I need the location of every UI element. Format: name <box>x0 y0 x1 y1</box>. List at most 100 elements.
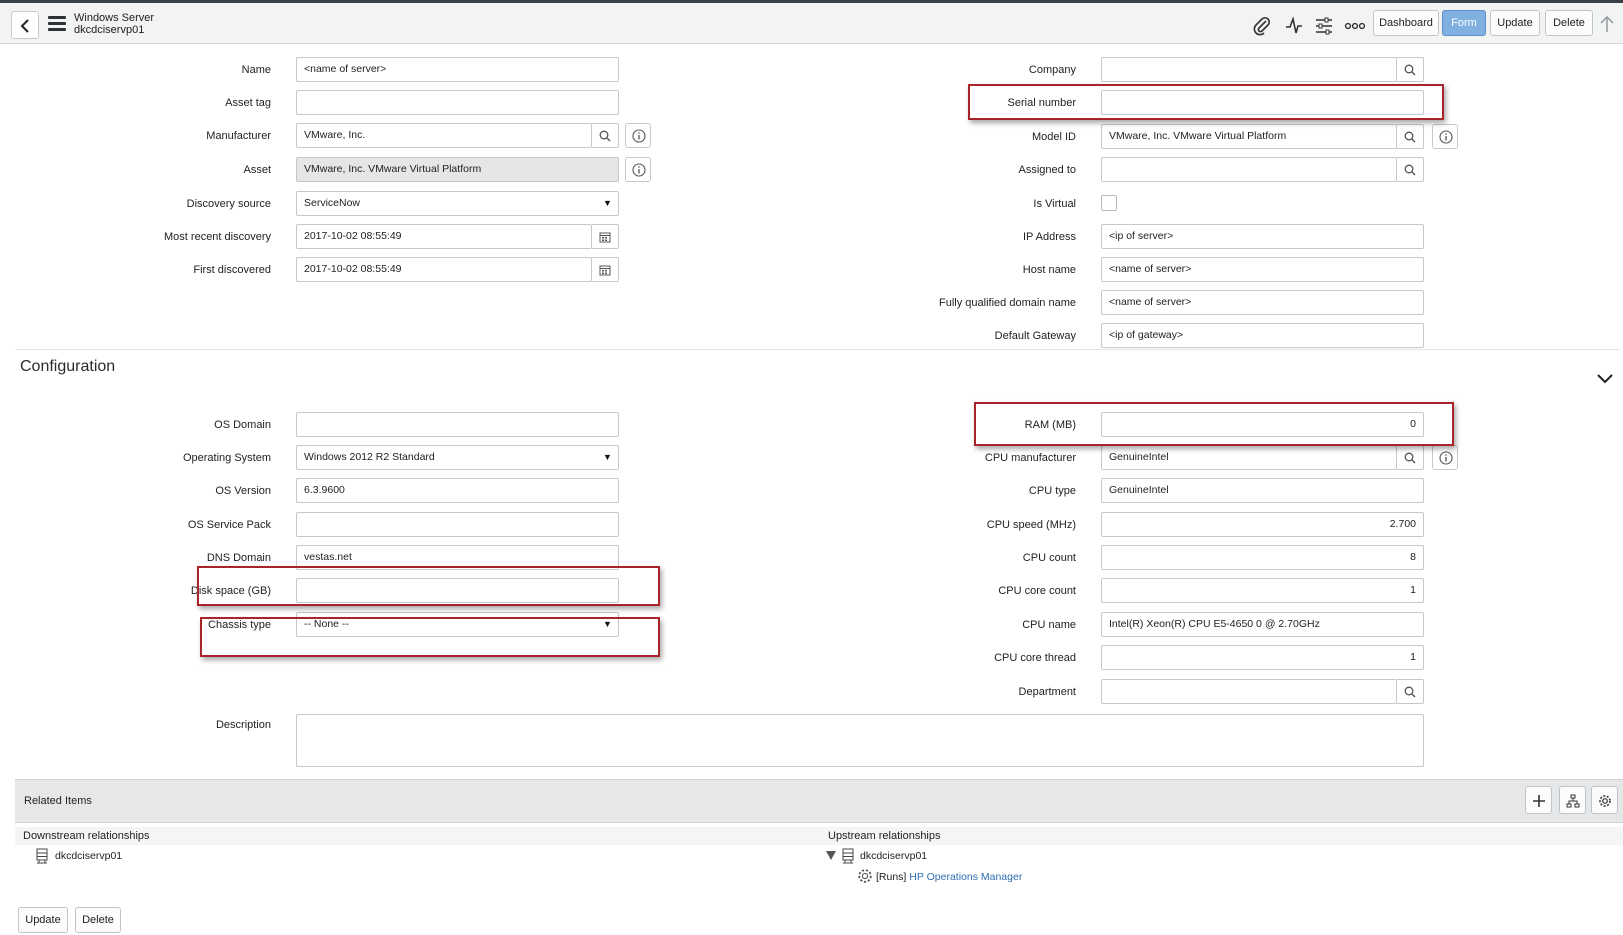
expand-triangle-icon[interactable] <box>826 851 836 860</box>
hierarchy-icon <box>1566 794 1580 808</box>
cpu-manufacturer-input[interactable]: GenuineIntel <box>1101 445 1397 470</box>
os-version-input[interactable]: 6.3.9600 <box>296 478 619 503</box>
assigned-to-input[interactable] <box>1101 157 1397 182</box>
sliders-icon[interactable] <box>1314 16 1334 36</box>
cpu-speed-input[interactable]: 2.700 <box>1101 512 1424 537</box>
update-button[interactable]: Update <box>1490 10 1540 36</box>
most-recent-discovery-label: Most recent discovery <box>164 231 271 243</box>
downstream-item[interactable]: dkcdciservp01 <box>55 850 122 862</box>
ram-input[interactable]: 0 <box>1101 412 1424 437</box>
os-service-pack-input[interactable] <box>296 512 619 537</box>
info-icon <box>632 163 646 177</box>
company-input[interactable] <box>1101 57 1397 82</box>
department-input[interactable] <box>1101 679 1397 704</box>
info-icon <box>1439 130 1453 144</box>
discovery-source-label: Discovery source <box>186 198 271 210</box>
record-name: dkcdciservp01 <box>74 24 145 36</box>
department-label: Department <box>1018 686 1076 698</box>
ip-address-input[interactable]: <ip of server> <box>1101 224 1424 249</box>
asset-input[interactable]: VMware, Inc. VMware Virtual Platform <box>296 157 619 182</box>
manufacturer-input[interactable]: VMware, Inc. <box>296 123 592 148</box>
operating-system-label: Operating System <box>182 452 271 464</box>
cpu-core-thread-input[interactable]: 1 <box>1101 645 1424 670</box>
is-virtual-checkbox[interactable] <box>1101 195 1117 211</box>
department-lookup-button[interactable] <box>1397 679 1424 704</box>
name-input[interactable]: <name of server> <box>296 57 619 82</box>
dependency-view-button[interactable] <box>1559 786 1586 814</box>
manufacturer-info-button[interactable] <box>625 123 651 148</box>
model-id-label: Model ID <box>1031 131 1076 143</box>
footer-delete-button[interactable]: Delete <box>75 907 121 933</box>
description-textarea[interactable] <box>296 714 1424 767</box>
related-items-title: Related Items <box>24 795 92 807</box>
info-icon <box>1439 451 1453 465</box>
model-id-info-button[interactable] <box>1432 124 1458 149</box>
cpu-core-count-label: CPU core count <box>998 585 1076 597</box>
default-gateway-input[interactable]: <ip of gateway> <box>1101 323 1424 348</box>
calendar-icon <box>599 265 611 276</box>
cpu-type-input[interactable]: GenuineIntel <box>1101 478 1424 503</box>
os-domain-input[interactable] <box>296 412 619 437</box>
dashboard-button[interactable]: Dashboard <box>1373 10 1439 36</box>
hp-operations-manager-link[interactable]: HP Operations Manager <box>909 871 1022 883</box>
chassis-type-select[interactable]: -- None -- <box>296 612 619 637</box>
upstream-item[interactable]: dkcdciservp01 <box>860 850 927 862</box>
os-service-pack-label: OS Service Pack <box>187 519 271 531</box>
fqdn-input[interactable]: <name of server> <box>1101 290 1424 315</box>
add-relationship-button[interactable] <box>1525 786 1552 814</box>
gear-icon <box>858 869 872 883</box>
menu-icon[interactable] <box>48 16 66 31</box>
cpu-name-label: CPU name <box>1022 619 1076 631</box>
dns-domain-input[interactable]: vestas.net <box>296 545 619 570</box>
first-discovered-input[interactable]: 2017-10-02 08:55:49 <box>296 257 592 282</box>
up-arrow-icon[interactable] <box>1599 15 1615 33</box>
chassis-type-label: Chassis type <box>208 619 271 631</box>
disk-space-input[interactable] <box>296 578 619 603</box>
more-icon[interactable] <box>1344 16 1366 36</box>
cpu-manufacturer-label: CPU manufacturer <box>984 452 1076 464</box>
cpu-count-input[interactable]: 8 <box>1101 545 1424 570</box>
chevron-down-icon: ▼ <box>603 619 612 629</box>
chevron-down-icon[interactable] <box>1597 374 1613 384</box>
os-domain-label: OS Domain <box>214 419 271 431</box>
footer-update-button[interactable]: Update <box>18 907 68 933</box>
company-lookup-button[interactable] <box>1397 57 1424 82</box>
relationship-type-prefix: [Runs] <box>876 871 907 883</box>
cpu-speed-label: CPU speed (MHz) <box>986 519 1076 531</box>
server-icon <box>36 848 48 864</box>
assigned-to-lookup-button[interactable] <box>1397 157 1424 182</box>
first-discovered-calendar-button[interactable] <box>592 257 619 282</box>
cpu-manufacturer-info-button[interactable] <box>1432 445 1458 470</box>
cpu-name-input[interactable]: Intel(R) Xeon(R) CPU E5-4650 0 @ 2.70GHz <box>1101 612 1424 637</box>
operating-system-select[interactable]: Windows 2012 R2 Standard <box>296 445 619 470</box>
discovery-source-select[interactable]: ServiceNow <box>296 191 619 216</box>
manufacturer-label: Manufacturer <box>206 130 271 142</box>
default-gateway-label: Default Gateway <box>994 330 1076 342</box>
asset-tag-input[interactable] <box>296 90 619 115</box>
search-icon <box>1404 452 1416 464</box>
model-id-lookup-button[interactable] <box>1397 124 1424 149</box>
os-version-label: OS Version <box>215 485 271 497</box>
manufacturer-lookup-button[interactable] <box>592 123 619 148</box>
most-recent-discovery-input[interactable]: 2017-10-02 08:55:49 <box>296 224 592 249</box>
form-button[interactable]: Form <box>1442 10 1486 36</box>
delete-button[interactable]: Delete <box>1545 10 1593 36</box>
paperclip-icon[interactable] <box>1252 16 1272 36</box>
cpu-manufacturer-lookup-button[interactable] <box>1397 445 1424 470</box>
dns-domain-label: DNS Domain <box>206 552 271 564</box>
activity-icon[interactable] <box>1284 16 1304 36</box>
serial-number-input[interactable] <box>1101 90 1424 115</box>
most-recent-discovery-calendar-button[interactable] <box>592 224 619 249</box>
host-name-input[interactable]: <name of server> <box>1101 257 1424 282</box>
cpu-core-count-input[interactable]: 1 <box>1101 578 1424 603</box>
is-virtual-label: Is Virtual <box>1033 198 1076 210</box>
back-button[interactable] <box>11 11 39 39</box>
search-icon <box>1404 64 1416 76</box>
info-icon <box>632 129 646 143</box>
model-id-input[interactable]: VMware, Inc. VMware Virtual Platform <box>1101 124 1397 149</box>
related-settings-button[interactable] <box>1591 786 1618 814</box>
asset-tag-label: Asset tag <box>225 97 271 109</box>
asset-info-button[interactable] <box>625 157 651 182</box>
asset-label: Asset <box>243 164 271 176</box>
search-icon <box>1404 686 1416 698</box>
